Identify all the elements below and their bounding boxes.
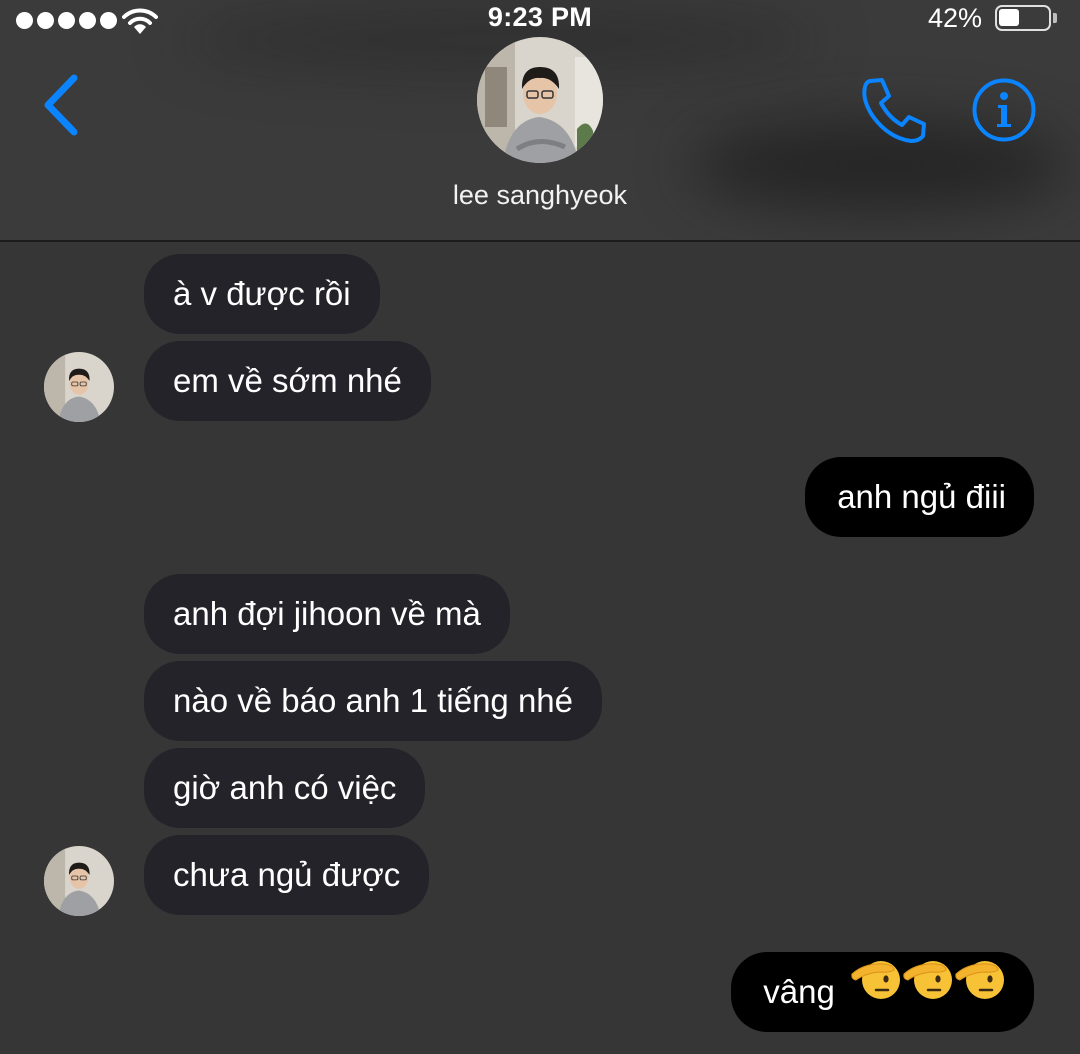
message-bubble-incoming[interactable]: giờ anh có việc: [144, 748, 426, 828]
sender-avatar[interactable]: [44, 846, 114, 916]
message-bubble-outgoing[interactable]: vâng: [731, 952, 1034, 1032]
status-bar: 9:23 PM 42%: [0, 0, 1080, 40]
avatar-photo: [477, 37, 603, 163]
info-icon: [972, 78, 1036, 142]
sender-avatar[interactable]: [44, 352, 114, 422]
avatar-photo: [44, 352, 114, 422]
message-bubble-outgoing[interactable]: anh ngủ điii: [805, 457, 1034, 537]
conversation-header: 9:23 PM 42% lee sanghyeok: [0, 0, 1080, 242]
phone-icon: [862, 78, 926, 143]
contact-avatar[interactable]: [477, 37, 603, 163]
battery-level-fill: [999, 9, 1019, 26]
call-button[interactable]: [858, 74, 930, 146]
info-button[interactable]: [970, 76, 1038, 144]
battery-tip: [1053, 13, 1057, 23]
message-bubble-incoming[interactable]: nào về báo anh 1 tiếng nhé: [144, 661, 603, 741]
contact-name[interactable]: lee sanghyeok: [0, 180, 1080, 211]
message-bubble-incoming[interactable]: à v được rồi: [144, 254, 380, 334]
saluting-face-emoji: [903, 960, 952, 999]
message-bubble-incoming[interactable]: em về sớm nhé: [144, 341, 431, 421]
emoji-group: [850, 951, 1006, 1032]
message-bubble-incoming[interactable]: chưa ngủ được: [144, 835, 430, 915]
chevron-left-icon: [44, 74, 78, 136]
saluting-face-emoji: [851, 960, 900, 999]
saluting-face-emoji: [955, 960, 1004, 999]
battery-percent: 42%: [927, 3, 982, 33]
battery-icon: [995, 5, 1051, 31]
message-bubble-incoming[interactable]: anh đợi jihoon về mà: [144, 574, 510, 654]
back-button[interactable]: [34, 70, 90, 140]
status-time: 9:23 PM: [487, 2, 593, 32]
message-text: vâng: [763, 973, 835, 1010]
avatar-photo: [44, 846, 114, 916]
